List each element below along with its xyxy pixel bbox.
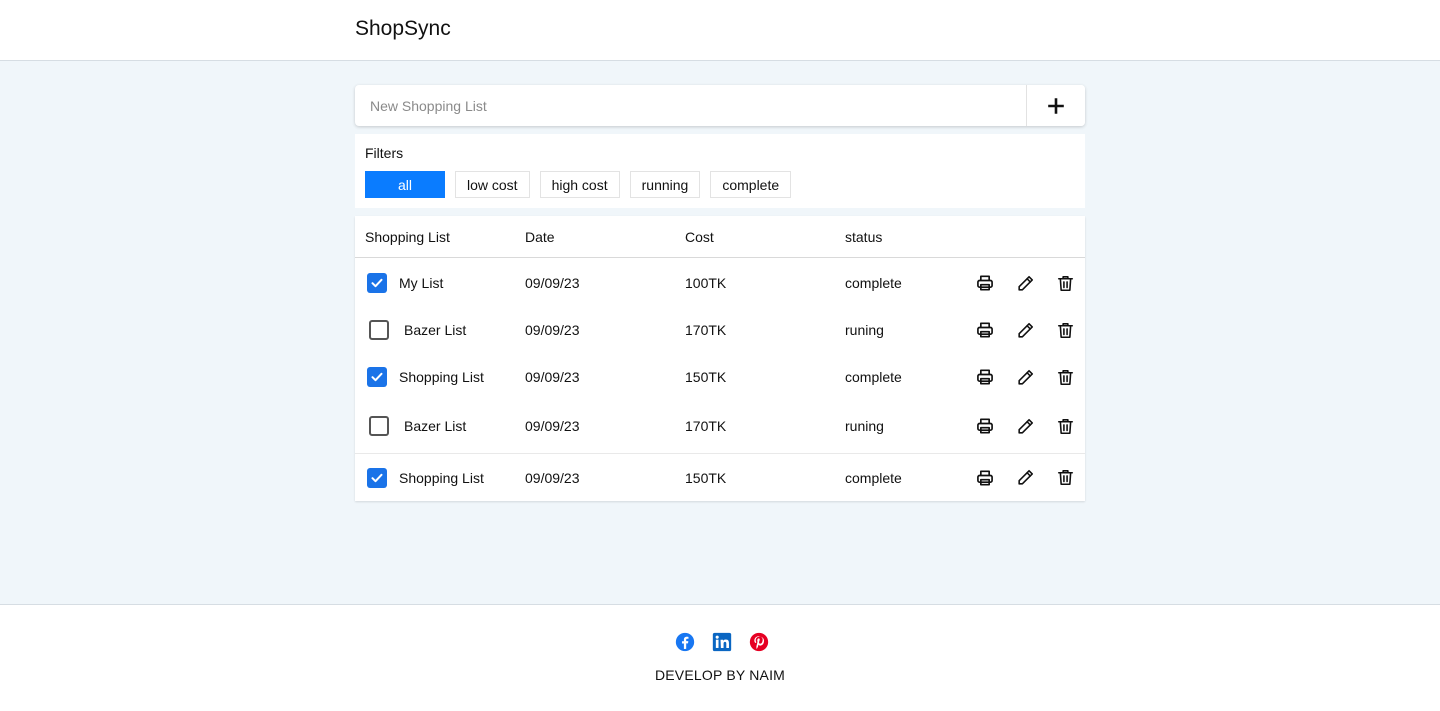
delete-button[interactable] [1054,366,1076,388]
plus-icon [1048,97,1064,114]
row-status: complete [845,275,902,291]
trash-icon [1057,369,1073,385]
table-row: Bazer List 09/09/23 170TK runing [355,306,1085,354]
edit-button[interactable] [1014,319,1036,341]
row-name: Bazer List [404,418,467,434]
print-button[interactable] [974,272,996,294]
row-cost: 150TK [685,469,727,486]
header-cost: Cost [685,229,714,245]
row-cost: 100TK [685,275,727,291]
row-cost: 170TK [685,418,727,434]
delete-button[interactable] [1054,319,1076,341]
add-list-button[interactable] [1026,85,1085,126]
print-button[interactable] [974,415,996,437]
row-status: complete [845,369,902,385]
checkmark-icon [371,278,383,288]
row-date: 09/09/23 [525,369,580,385]
edit-button[interactable] [1014,467,1036,489]
pencil-icon [1017,322,1033,338]
print-button[interactable] [974,319,996,341]
pencil-icon [1017,369,1033,385]
filters-panel: Filters all low cost high cost running c… [355,134,1085,208]
filters-title: Filters [365,145,404,161]
row-date: 09/09/23 [525,275,580,291]
row-checkbox[interactable] [367,367,387,387]
row-status: runing [845,418,884,434]
pencil-icon [1017,418,1033,434]
social-links [674,631,785,653]
row-status: complete [845,469,902,486]
table-row: Shopping List 09/09/23 150TK complete [355,453,1085,501]
filter-complete[interactable]: complete [710,171,792,198]
row-name: My List [399,275,444,291]
row-name: Shopping List [399,469,484,486]
header-date: Date [525,229,555,245]
print-button[interactable] [974,366,996,388]
shopping-list-table: Shopping List Date Cost status My List 09… [355,216,1085,501]
printer-icon [977,369,993,385]
pencil-icon [1017,469,1033,485]
printer-icon [977,418,993,434]
page-footer: DEVELOP BY NAIM [0,604,1440,711]
pencil-icon [1017,275,1033,291]
row-name: Bazer List [404,322,467,338]
checkmark-icon [371,473,383,482]
new-list-input[interactable] [355,85,1026,126]
checkmark-icon [371,372,383,382]
filter-chips: all low cost high cost running complete [365,171,801,198]
row-checkbox[interactable] [369,320,389,340]
row-cost: 170TK [685,322,727,338]
edit-button[interactable] [1014,415,1036,437]
printer-icon [977,470,993,485]
trash-icon [1057,469,1073,486]
row-cost: 150TK [685,369,727,385]
row-date: 09/09/23 [525,418,580,434]
printer-icon [977,322,993,338]
header-status: status [845,229,883,245]
trash-icon [1057,322,1073,338]
delete-button[interactable] [1054,272,1076,294]
linkedin-icon[interactable] [711,631,733,653]
footer-credit: DEVELOP BY NAIM [654,667,786,683]
row-date: 09/09/23 [525,322,580,338]
app-header: ShopSync [0,0,1440,61]
filter-running[interactable]: running [629,171,701,198]
edit-button[interactable] [1014,366,1036,388]
delete-button[interactable] [1054,467,1076,489]
app-title: ShopSync [355,17,451,40]
row-status: runing [845,322,884,338]
row-checkbox[interactable] [367,273,387,293]
filter-low-cost[interactable]: low cost [455,171,530,198]
table-row: Bazer List 09/09/23 170TK runing [355,402,1085,450]
pinterest-icon[interactable] [748,631,770,653]
facebook-icon[interactable] [674,631,696,653]
table-header: Shopping List Date Cost status [355,216,1085,258]
trash-icon [1057,275,1073,291]
filter-high-cost[interactable]: high cost [539,171,620,198]
printer-icon [977,275,993,291]
row-date: 09/09/23 [525,469,580,486]
print-button[interactable] [974,467,996,489]
row-name: Shopping List [399,369,484,385]
table-row: My List 09/09/23 100TK complete [355,259,1085,307]
table-row: Shopping List 09/09/23 150TK complete [355,353,1085,401]
trash-icon [1057,418,1073,434]
new-list-form [355,85,1085,126]
header-shopping-list: Shopping List [365,229,450,245]
delete-button[interactable] [1054,415,1076,437]
filter-all[interactable]: all [365,171,445,198]
row-checkbox[interactable] [367,467,387,488]
row-checkbox[interactable] [369,416,389,436]
edit-button[interactable] [1014,272,1036,294]
